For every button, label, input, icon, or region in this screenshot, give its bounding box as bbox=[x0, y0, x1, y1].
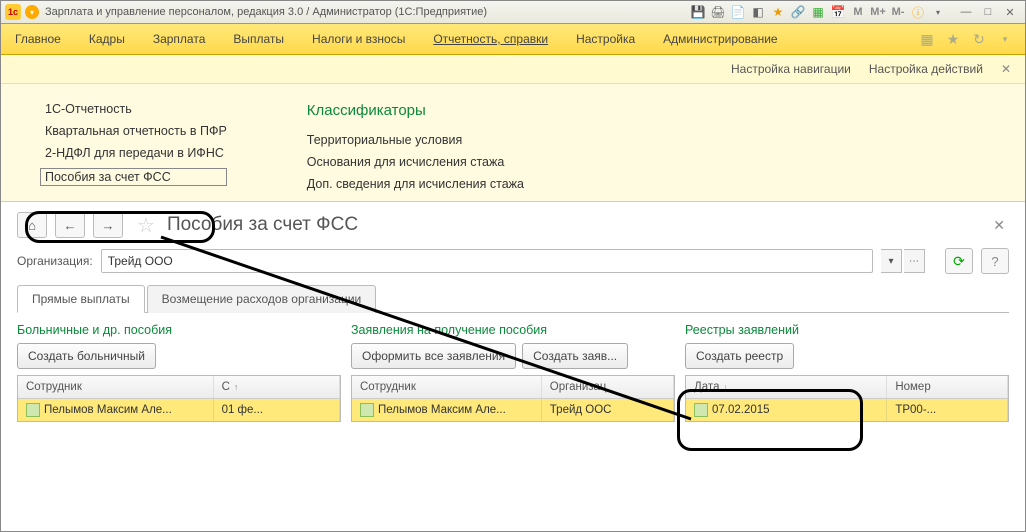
grid-cell: Пелымов Максим Але... bbox=[18, 399, 214, 421]
data-grid: СотрудникОрганизацПелымов Максим Але...Т… bbox=[351, 375, 675, 422]
panel-title[interactable]: Больничные и др. пособия bbox=[17, 323, 341, 337]
minimize-button[interactable]: — bbox=[955, 4, 977, 20]
grid-cell: Пелымов Максим Але... bbox=[352, 399, 542, 421]
table-row[interactable]: Пелымов Максим Але...01 фе... bbox=[18, 399, 340, 421]
panel-2: Реестры заявлений Создать реестр Дата↓Номе… bbox=[685, 323, 1009, 422]
grid-column-header[interactable]: Дата↓ bbox=[686, 376, 887, 398]
app-menu-dropdown-icon[interactable]: ▾ bbox=[25, 5, 39, 19]
grid-column-header[interactable]: Организац bbox=[542, 376, 674, 398]
memory-mplus-icon[interactable]: M+ bbox=[869, 4, 887, 20]
create-button[interactable]: Создать реестр bbox=[685, 343, 794, 369]
info-icon[interactable]: ⓘ bbox=[909, 4, 927, 20]
back-button[interactable]: ← bbox=[55, 212, 85, 238]
action-settings-link[interactable]: Настройка действий bbox=[869, 62, 983, 76]
menu-kadry[interactable]: Кадры bbox=[75, 24, 139, 54]
compare-icon[interactable]: ◧ bbox=[749, 4, 767, 20]
page-title: Пособия за счет ФСС bbox=[167, 214, 358, 236]
menu-zarplata[interactable]: Зарплата bbox=[139, 24, 220, 54]
menu-main[interactable]: Главное bbox=[1, 24, 75, 54]
page-close-icon[interactable]: ✕ bbox=[989, 213, 1009, 238]
calendar-icon[interactable]: 📅 bbox=[829, 4, 847, 20]
menu-nalogi[interactable]: Налоги и взносы bbox=[298, 24, 419, 54]
grid-cell: ТР00-... bbox=[887, 399, 1008, 421]
nav-settings-link[interactable]: Настройка навигации bbox=[731, 62, 851, 76]
window-title: Зарплата и управление персоналом, редакц… bbox=[45, 6, 487, 18]
history-icon[interactable]: ↻ bbox=[969, 29, 989, 49]
row-status-icon bbox=[694, 403, 708, 417]
subheader: Настройка навигации Настройка действий ✕ bbox=[1, 55, 1025, 84]
org-value: Трейд ООО bbox=[108, 254, 173, 268]
memory-mminus-icon[interactable]: M- bbox=[889, 4, 907, 20]
create-button[interactable]: Оформить все заявления bbox=[351, 343, 516, 369]
sort-arrow-icon: ↓ bbox=[723, 382, 728, 392]
nav-fss-benefits[interactable]: Пособия за счет ФСС bbox=[40, 168, 227, 186]
grid-cell: Трейд ООС bbox=[542, 399, 674, 421]
nav-2ndfl[interactable]: 2-НДФЛ для передачи в ИФНС bbox=[45, 146, 227, 160]
memory-m-icon[interactable]: M bbox=[849, 4, 867, 20]
menu-nastroyka[interactable]: Настройка bbox=[562, 24, 649, 54]
org-select[interactable]: Трейд ООО bbox=[101, 249, 873, 273]
data-grid: Дата↓Номер07.02.2015ТР00-... bbox=[685, 375, 1009, 422]
favorite-toggle-icon[interactable]: ☆ bbox=[137, 213, 155, 238]
tab-direct-payments[interactable]: Прямые выплаты bbox=[17, 285, 145, 313]
grid-column-header[interactable]: С↑ bbox=[214, 376, 340, 398]
menu-otchetnost[interactable]: Отчетность, справки bbox=[419, 24, 562, 54]
print-icon[interactable]: 🖨 bbox=[709, 4, 727, 20]
section-nav-panel: 1С-Отчетность Квартальная отчетность в П… bbox=[1, 84, 1025, 202]
sort-arrow-icon: ↑ bbox=[234, 382, 239, 392]
tab-expense-reimbursement[interactable]: Возмещение расходов организации bbox=[147, 285, 377, 313]
grid-cell: 01 фе... bbox=[214, 399, 340, 421]
nav-pfr[interactable]: Квартальная отчетность в ПФР bbox=[45, 124, 227, 138]
row-status-icon bbox=[360, 403, 374, 417]
title-bar: 1c ▾ Зарплата и управление персоналом, р… bbox=[1, 1, 1025, 24]
row-status-icon bbox=[26, 403, 40, 417]
star-icon[interactable]: ★ bbox=[943, 29, 963, 49]
maximize-button[interactable]: □ bbox=[977, 4, 999, 20]
nav-classifiers-head[interactable]: Классификаторы bbox=[307, 102, 524, 119]
org-open-icon[interactable]: ⋯ bbox=[904, 249, 925, 273]
link-icon[interactable]: 🔗 bbox=[789, 4, 807, 20]
forward-button[interactable]: → bbox=[93, 212, 123, 238]
calculator-icon[interactable]: ▦ bbox=[809, 4, 827, 20]
grid-cell: 07.02.2015 bbox=[686, 399, 887, 421]
document-area: ⌂ ← → ☆ Пособия за счет ФСС ✕ Организаци… bbox=[1, 202, 1025, 432]
favorite-icon[interactable]: ★ bbox=[769, 4, 787, 20]
org-dropdown-icon[interactable]: ▾ bbox=[881, 249, 902, 273]
info-dropdown-icon[interactable]: ▾ bbox=[929, 4, 947, 20]
menu-admin[interactable]: Администрирование bbox=[649, 24, 791, 54]
save-icon[interactable]: 💾 bbox=[689, 4, 707, 20]
toolbar-dropdown-icon[interactable]: ▾ bbox=[995, 29, 1015, 49]
create-button[interactable]: Создать заяв... bbox=[522, 343, 628, 369]
grid-column-header[interactable]: Сотрудник bbox=[352, 376, 542, 398]
close-button[interactable]: ✕ bbox=[999, 4, 1021, 20]
table-row[interactable]: 07.02.2015ТР00-... bbox=[686, 399, 1008, 421]
subheader-close-icon[interactable]: ✕ bbox=[1001, 62, 1011, 76]
nav-territorial[interactable]: Территориальные условия bbox=[307, 133, 524, 147]
grid-column-header[interactable]: Номер bbox=[887, 376, 1008, 398]
main-menu: Главное Кадры Зарплата Выплаты Налоги и … bbox=[1, 24, 1025, 55]
menu-vyplaty[interactable]: Выплаты bbox=[219, 24, 298, 54]
grid-column-header[interactable]: Сотрудник bbox=[18, 376, 214, 398]
org-label: Организация: bbox=[17, 254, 93, 268]
create-button[interactable]: Создать больничный bbox=[17, 343, 156, 369]
nav-stazh-extra[interactable]: Доп. сведения для исчисления стажа bbox=[307, 177, 524, 191]
apps-grid-icon[interactable]: ▦ bbox=[917, 29, 937, 49]
panel-0: Больничные и др. пособия Создать больничн… bbox=[17, 323, 341, 422]
tabs: Прямые выплаты Возмещение расходов орган… bbox=[17, 284, 1009, 313]
document-icon[interactable]: 📄 bbox=[729, 4, 747, 20]
nav-1c-report[interactable]: 1С-Отчетность bbox=[45, 102, 227, 116]
table-row[interactable]: Пелымов Максим Але...Трейд ООС bbox=[352, 399, 674, 421]
panel-title[interactable]: Реестры заявлений bbox=[685, 323, 1009, 337]
nav-stazh-basis[interactable]: Основания для исчисления стажа bbox=[307, 155, 524, 169]
home-button[interactable]: ⌂ bbox=[17, 212, 47, 238]
app-logo-icon: 1c bbox=[5, 4, 21, 20]
refresh-button[interactable]: ⟳ bbox=[945, 248, 973, 274]
panel-title[interactable]: Заявления на получение пособия bbox=[351, 323, 675, 337]
panel-1: Заявления на получение пособия Оформить в… bbox=[351, 323, 675, 422]
data-grid: СотрудникС↑Пелымов Максим Але...01 фе... bbox=[17, 375, 341, 422]
help-button[interactable]: ? bbox=[981, 248, 1009, 274]
